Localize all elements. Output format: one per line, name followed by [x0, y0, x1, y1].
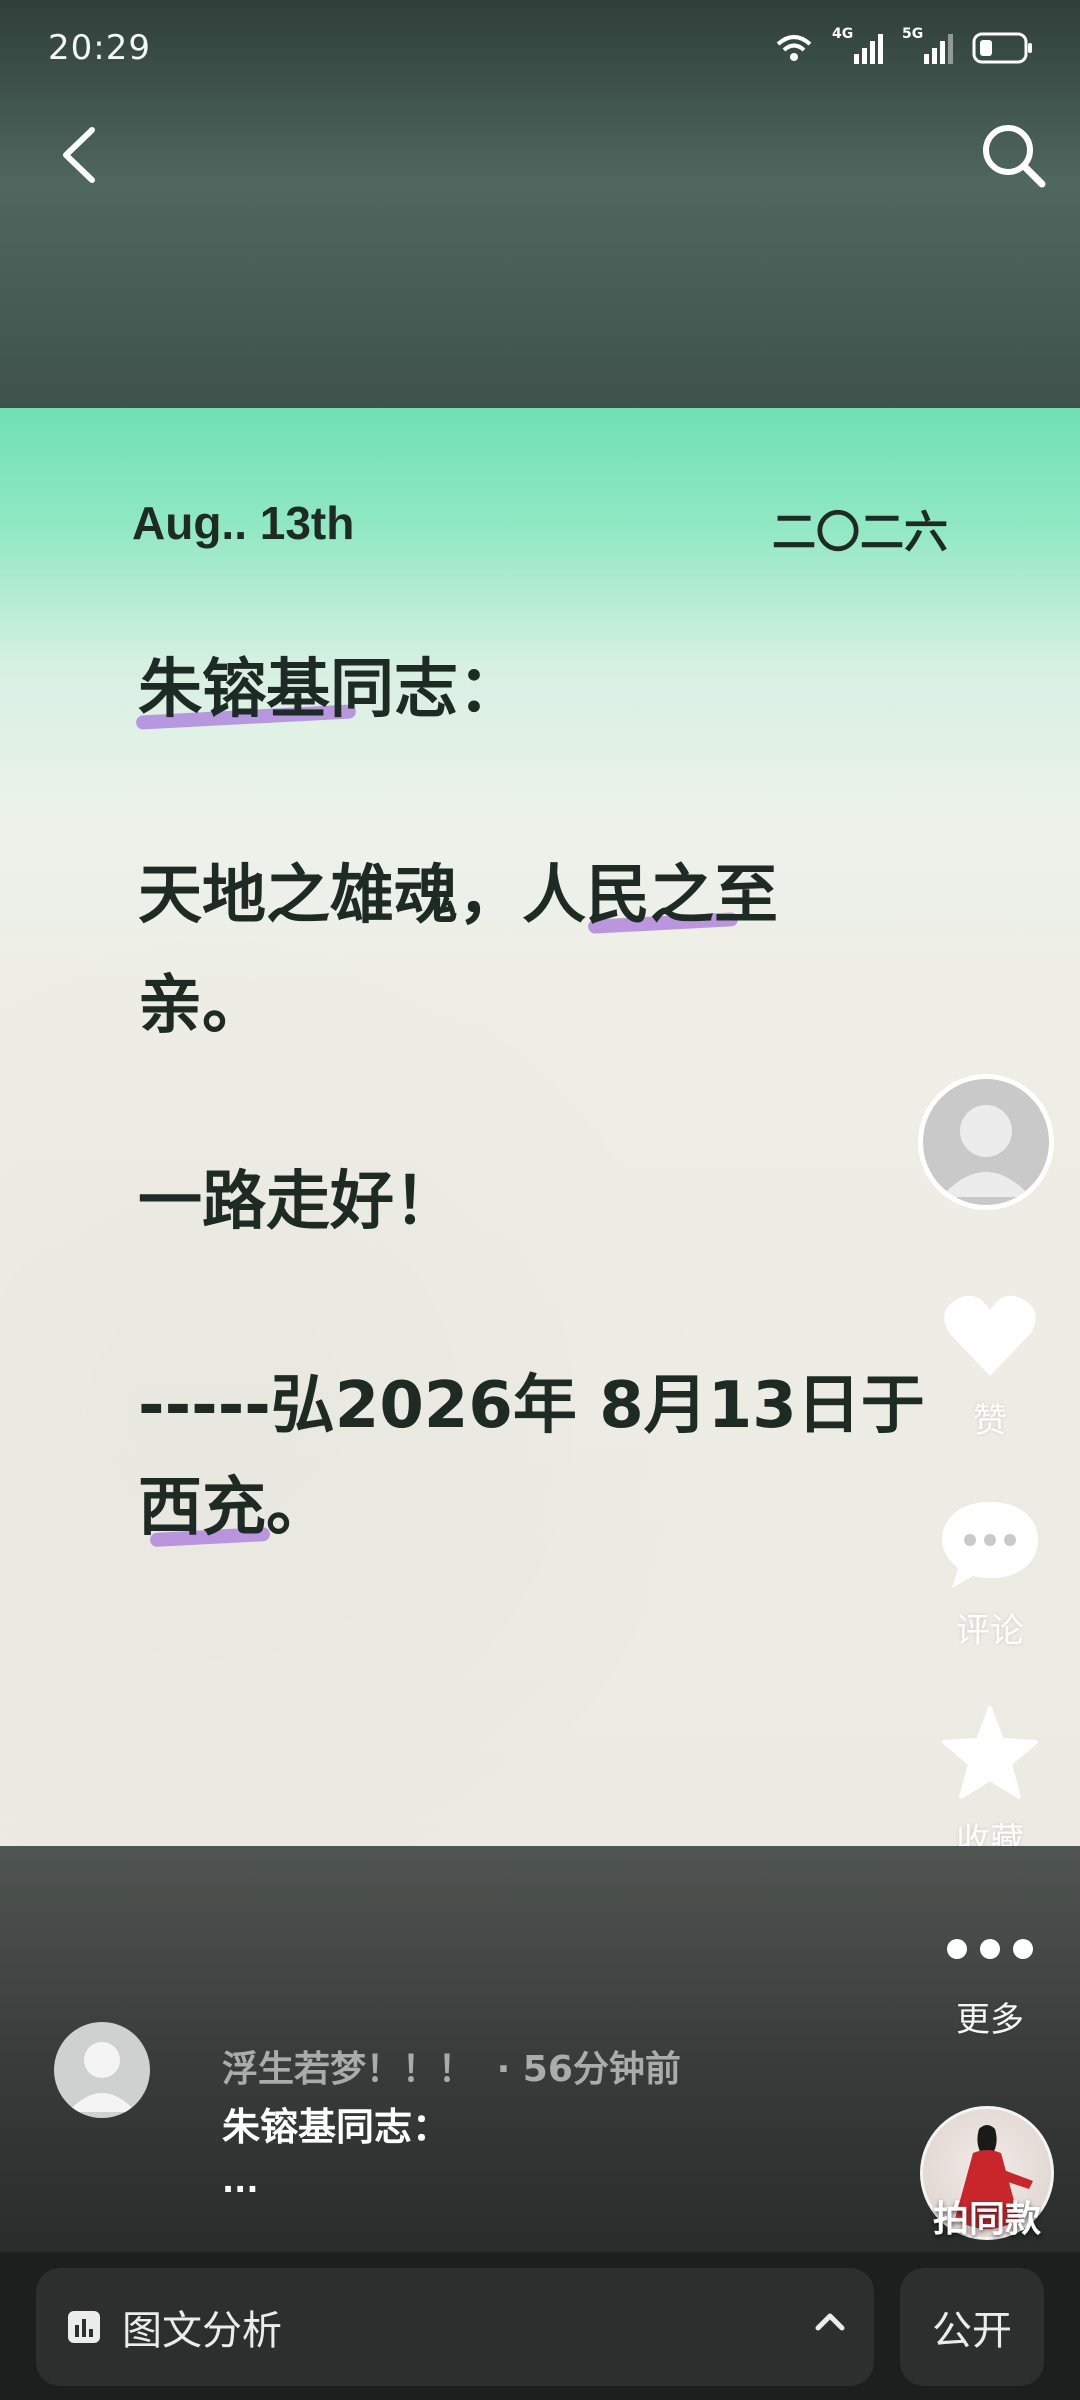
heart-icon — [944, 1295, 1036, 1376]
back-button[interactable] — [52, 120, 112, 190]
creator-avatar[interactable] — [918, 1074, 1054, 1210]
status-bar: 20:29 4G 5G — [0, 0, 1080, 100]
author-meta: 浮生若梦！！！ · 56分钟前 — [222, 2040, 681, 2092]
same-style-label: 拍同款 — [932, 2199, 1041, 2240]
chevron-left-icon — [63, 127, 95, 183]
author-avatar[interactable] — [54, 2022, 150, 2118]
note-line-3: 一路走好！ — [138, 1165, 458, 1239]
note-line-2: 亲。 — [138, 969, 266, 1043]
analytics-icon — [68, 2311, 100, 2343]
avatar-placeholder-icon — [941, 1105, 1031, 1197]
comment-icon — [942, 1502, 1038, 1588]
signal-4g-icon: 4G — [832, 26, 884, 66]
more-dots-icon — [947, 1939, 1033, 1959]
avatar-placeholder-icon — [68, 2042, 136, 2112]
search-button[interactable] — [978, 120, 1048, 190]
analysis-label: 图文分析 — [122, 2308, 282, 2354]
wifi-icon — [776, 35, 812, 61]
note-date-english: Aug.. 13th — [132, 497, 355, 549]
public-visibility-button[interactable]: 公开 — [900, 2268, 1044, 2386]
favorite-button[interactable]: 收藏 — [910, 1704, 1070, 1862]
chevron-up-icon[interactable] — [810, 2302, 850, 2342]
note-line-5: 西充。 — [138, 1471, 330, 1545]
like-button[interactable]: 赞 — [910, 1290, 1070, 1442]
post-time: · 56分钟前 — [496, 2049, 681, 2090]
more-button[interactable]: 更多 — [920, 1930, 1060, 2041]
note-line-4: -----弘2026年 8月13日于 — [138, 1369, 925, 1443]
post-title[interactable]: 朱镕基同志： — [222, 2096, 450, 2151]
comment-button[interactable]: 评论 — [910, 1496, 1070, 1652]
search-icon — [983, 125, 1046, 188]
analysis-button[interactable]: 图文分析 — [36, 2268, 874, 2386]
author-name[interactable]: 浮生若梦！！！ — [222, 2049, 474, 2090]
like-label: 赞 — [973, 1401, 1007, 1441]
signal-5g-icon: 5G — [902, 26, 954, 66]
note-date-chinese: 二〇二六 — [772, 507, 948, 558]
star-icon — [942, 1706, 1038, 1799]
battery-icon — [972, 32, 1032, 64]
more-label: 更多 — [956, 2000, 1024, 2040]
comment-label: 评论 — [956, 1611, 1024, 1651]
status-icons: 4G 5G — [774, 26, 1034, 66]
status-time: 20:29 — [48, 28, 151, 68]
post-more-text[interactable]: ... — [222, 2162, 258, 2200]
note-greeting: 朱镕基同志： — [138, 653, 522, 727]
note-line-1: 天地之雄魂，人民之至 — [138, 859, 778, 933]
